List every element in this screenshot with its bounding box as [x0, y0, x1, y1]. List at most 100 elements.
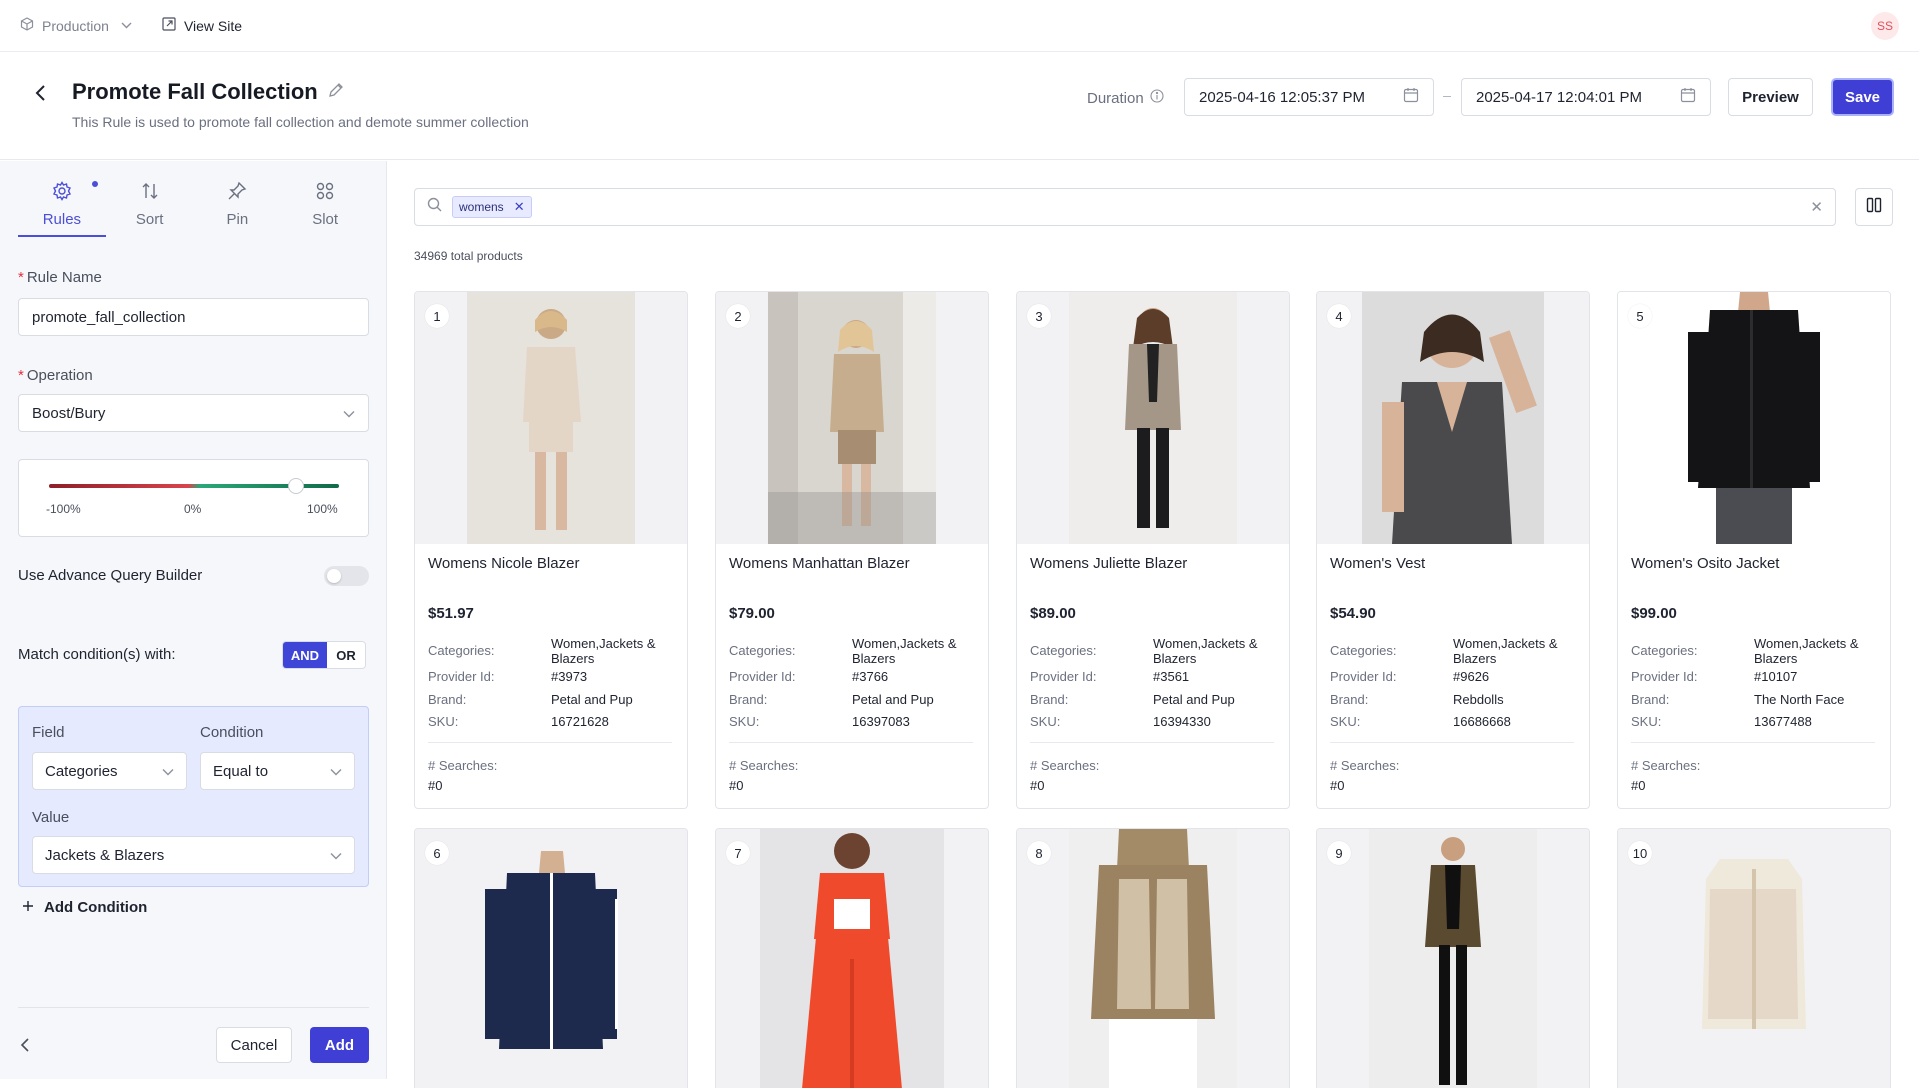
environment-selector[interactable]: Production [20, 17, 132, 34]
condition-select[interactable]: Equal to [200, 752, 355, 790]
provider-id-value: #9626 [1453, 669, 1490, 684]
categories-label: Categories: [428, 643, 495, 658]
product-image: 1 [415, 292, 687, 544]
categories-value: Women,Jackets & Blazers [551, 636, 656, 666]
product-card[interactable]: 10 [1617, 828, 1891, 1088]
field-select[interactable]: Categories [32, 752, 187, 790]
value-value: Jackets & Blazers [45, 846, 165, 864]
brand-label: Brand: [729, 692, 768, 707]
product-card[interactable]: 2 Womens Manhattan Blazer $79.00 Categor… [715, 291, 989, 809]
total-products: 34969 total products [414, 249, 523, 263]
product-card[interactable]: 8 [1016, 828, 1290, 1088]
brand-value: Petal and Pup [1153, 692, 1235, 707]
collapse-panel-icon[interactable] [20, 1037, 30, 1058]
match-and-button[interactable]: AND [283, 642, 327, 668]
card-divider [729, 742, 973, 743]
tab-rules[interactable]: Rules [18, 179, 106, 237]
match-or-button[interactable]: OR [327, 642, 365, 668]
product-card[interactable]: 3 Womens Juliette Blazer $89.00 Categori… [1016, 291, 1290, 809]
slider-min-label: -100% [46, 502, 81, 516]
cancel-button[interactable]: Cancel [216, 1027, 292, 1063]
product-card[interactable]: 1 Womens Nicole Blazer $51.97 Categories… [414, 291, 688, 809]
gear-icon [52, 181, 72, 205]
config-tabs: Rules Sort Pin Slot [18, 179, 369, 237]
date-range-separator [1443, 96, 1451, 97]
slider-handle[interactable] [287, 478, 304, 494]
categories-value: Women,Jackets & Blazers [1754, 636, 1859, 666]
view-site-label: View Site [183, 17, 243, 34]
product-rank: 4 [1327, 304, 1351, 328]
sku-value: 16394330 [1153, 714, 1211, 729]
columns-icon [1866, 197, 1882, 218]
sku-label: SKU: [1030, 714, 1061, 729]
clear-search-icon[interactable]: ✕ [1810, 198, 1823, 216]
product-search-bar[interactable]: womens ✕ ✕ [414, 188, 1836, 226]
field-label: Field [32, 724, 65, 741]
match-label: Match condition(s) with: [18, 646, 176, 663]
product-image: 4 [1317, 292, 1589, 544]
search-chip-label: womens [459, 200, 504, 214]
edit-pencil-icon[interactable] [327, 81, 345, 104]
preview-button[interactable]: Preview [1728, 78, 1813, 116]
product-card[interactable]: 6 [414, 828, 688, 1088]
column-layout-button[interactable] [1855, 188, 1893, 226]
value-select[interactable]: Jackets & Blazers [32, 836, 355, 874]
product-name: Women's Osito Jacket [1631, 555, 1780, 572]
product-card[interactable]: 9 [1316, 828, 1590, 1088]
brand-value: Rebdolls [1453, 692, 1504, 707]
rule-config-panel: Rules Sort Pin Slot * Rule Name promote_f… [0, 161, 387, 1079]
boost-bury-slider: -100% 0% 100% [18, 459, 369, 537]
start-date-picker[interactable]: 2025-04-16 12:05:37 PM [1184, 78, 1434, 116]
add-condition-button[interactable]: Add Condition [22, 899, 147, 916]
chip-close-icon[interactable]: ✕ [514, 199, 525, 215]
brand-label: Brand: [1030, 692, 1069, 707]
add-button[interactable]: Add [310, 1027, 369, 1063]
searches-value: #0 [1631, 778, 1646, 793]
info-icon[interactable] [1150, 89, 1164, 107]
product-rank: 10 [1628, 841, 1652, 865]
product-card[interactable]: 7 [715, 828, 989, 1088]
product-card[interactable]: 4 Women's Vest $54.90 Categories: Women,… [1316, 291, 1590, 809]
calendar-icon [1403, 87, 1419, 107]
advance-query-label: Use Advance Query Builder [18, 567, 203, 584]
top-bar: Production View Site SS [0, 0, 1919, 52]
tab-slot[interactable]: Slot [281, 179, 369, 237]
brand-value: Petal and Pup [551, 692, 633, 707]
provider-id-label: Provider Id: [428, 669, 495, 684]
searches-value: #0 [1030, 778, 1045, 793]
brand-value: The North Face [1754, 692, 1845, 707]
advance-query-toggle[interactable] [324, 566, 369, 586]
searches-label: # Searches: [1631, 758, 1701, 773]
categories-label: Categories: [1330, 643, 1397, 658]
avatar[interactable]: SS [1871, 12, 1899, 40]
sku-value: 16721628 [551, 714, 609, 729]
sku-label: SKU: [1631, 714, 1662, 729]
footer-divider [18, 1007, 369, 1008]
categories-value: Women,Jackets & Blazers [852, 636, 957, 666]
product-price: $51.97 [428, 605, 474, 622]
product-image: 9 [1317, 829, 1589, 1088]
product-card[interactable]: 5 Women's Osito Jacket $99.00 Categories… [1617, 291, 1891, 809]
environment-label: Production [42, 17, 109, 34]
duration-label: Duration [1087, 89, 1164, 107]
sku-value: 16686668 [1453, 714, 1511, 729]
rule-name-input[interactable]: promote_fall_collection [18, 298, 369, 336]
sku-value: 16397083 [852, 714, 910, 729]
product-rank: 3 [1027, 304, 1051, 328]
rule-header: Promote Fall Collection This Rule is use… [0, 52, 1919, 160]
tab-sort[interactable]: Sort [106, 179, 194, 237]
search-chip[interactable]: womens ✕ [452, 196, 532, 218]
product-price: $89.00 [1030, 605, 1076, 622]
save-button[interactable]: Save [1831, 78, 1894, 116]
view-site-link[interactable]: View Site [162, 17, 242, 34]
grid-icon [315, 181, 335, 205]
categories-label: Categories: [1030, 643, 1097, 658]
categories-label: Categories: [1631, 643, 1698, 658]
back-arrow-icon[interactable] [28, 81, 52, 105]
brand-label: Brand: [428, 692, 467, 707]
tab-pin[interactable]: Pin [194, 179, 282, 237]
end-date-picker[interactable]: 2025-04-17 12:04:01 PM [1461, 78, 1711, 116]
product-rank: 1 [425, 304, 449, 328]
product-name: Womens Manhattan Blazer [729, 555, 910, 572]
operation-select[interactable]: Boost/Bury [18, 394, 369, 432]
